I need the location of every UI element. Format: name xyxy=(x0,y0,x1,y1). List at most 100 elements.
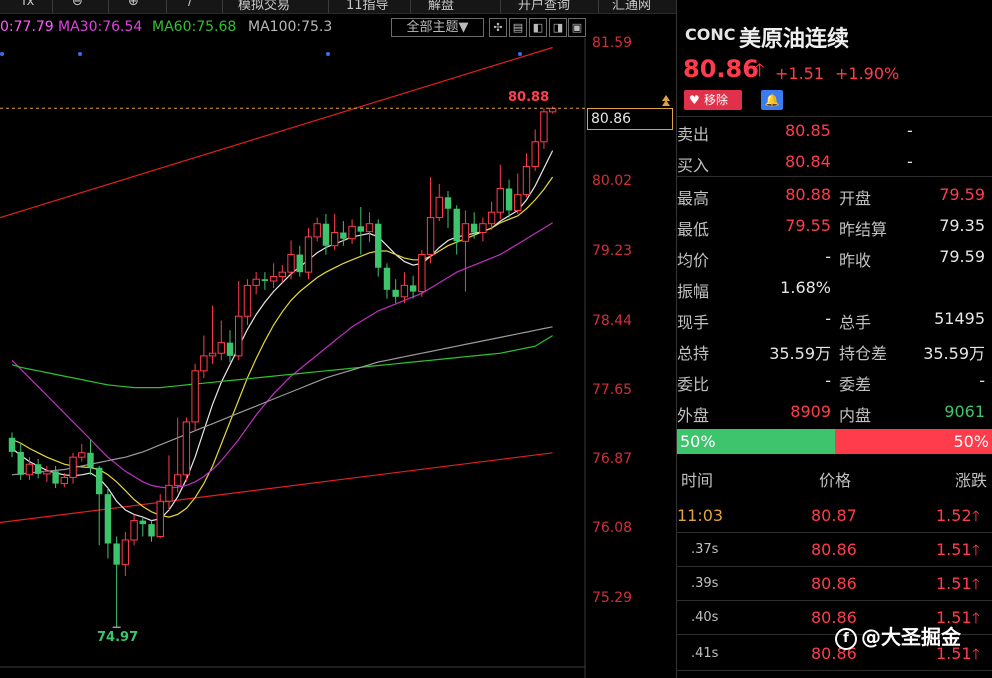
quote-stat-row: 最高 80.88 开盘 79.59 xyxy=(677,180,992,211)
chart-layout-icon[interactable]: ▤ xyxy=(509,18,527,37)
trade-time: .39s xyxy=(691,576,719,591)
y-tick-label: 76.08 xyxy=(592,520,633,537)
toolbar-divider xyxy=(166,0,167,13)
divider xyxy=(677,600,992,601)
candle-body xyxy=(217,342,225,354)
trades-header-time: 时间 xyxy=(681,471,714,490)
buy-ratio: 50% xyxy=(677,429,835,454)
stat-value: 35.59万 xyxy=(923,344,985,363)
candle-body xyxy=(87,452,94,468)
candle-body xyxy=(226,342,234,356)
stat-value: 79.59 xyxy=(939,247,985,266)
candle-body xyxy=(444,197,452,209)
candle-body xyxy=(383,267,391,290)
candle-body xyxy=(165,484,173,502)
candle-body xyxy=(400,284,409,298)
fullscreen-icon[interactable]: ▣ xyxy=(568,18,586,37)
divider xyxy=(677,566,992,567)
candle-body xyxy=(139,520,146,525)
candle-body xyxy=(52,471,59,484)
fx678-button[interactable]: 汇通网 xyxy=(612,0,651,13)
alert-bell-button[interactable]: 🔔 xyxy=(761,90,783,110)
candle-body xyxy=(17,451,24,475)
candle-body xyxy=(479,223,487,234)
trade-time: .40s xyxy=(691,610,719,625)
toolbar-divider xyxy=(52,0,53,13)
ask-price: 80.85 xyxy=(785,121,831,140)
stat-label: 总持 xyxy=(677,344,710,363)
y-tick-label: 76.87 xyxy=(592,450,633,467)
topic-dropdown[interactable]: 全部主题▼ xyxy=(391,18,484,37)
zoom-in-icon[interactable]: ⊕ xyxy=(128,0,139,9)
trades-header-price: 价格 xyxy=(819,471,852,490)
candle-body xyxy=(208,352,217,357)
stat-label: 委差 xyxy=(839,375,872,394)
draw-line-icon[interactable]: / xyxy=(188,0,192,9)
prev-period-icon[interactable]: ◧ xyxy=(529,18,547,37)
candle-body xyxy=(130,520,138,541)
trade-row[interactable]: 11:03 80.87 1.52 🡑 xyxy=(677,500,992,534)
candle-body xyxy=(313,223,321,238)
up-arrow-icon: 🡑 xyxy=(972,645,980,663)
event-marker-dot xyxy=(78,52,82,56)
stat-label: 最高 xyxy=(677,189,710,208)
candle-body xyxy=(357,226,364,232)
stat-value: 80.88 xyxy=(785,185,831,204)
bid-row: 买入 80.84 - xyxy=(677,147,992,178)
stat-label: 委比 xyxy=(677,375,710,394)
up-arrow-icon: 🡑 xyxy=(972,609,980,627)
candle-body xyxy=(322,223,330,246)
candle-body xyxy=(548,107,557,113)
stat-value: - xyxy=(825,309,831,328)
guide-button[interactable]: 11指导 xyxy=(346,0,389,13)
next-period-icon[interactable]: ◨ xyxy=(549,18,567,37)
candle-body xyxy=(156,500,164,537)
trade-price: 80.87 xyxy=(811,506,857,525)
candle-body xyxy=(104,494,112,544)
candle-body xyxy=(514,194,522,211)
trades-header: 时间 价格 涨跌 xyxy=(677,461,992,495)
zoom-out-icon[interactable]: ⊖ xyxy=(72,0,83,9)
stat-value: 9061 xyxy=(944,402,985,421)
up-arrow-icon: 🡑 xyxy=(972,541,980,559)
stat-value: - xyxy=(979,371,985,390)
ma-legend-item: 0:77.79 xyxy=(0,19,54,35)
heart-icon: ♥ xyxy=(689,93,700,107)
toolbar-divider xyxy=(222,0,223,13)
open-account-button[interactable]: 开户查询 xyxy=(518,0,570,13)
channel-upper-line xyxy=(0,46,553,219)
quote-stat-row: 最低 79.55 昨结算 79.35 xyxy=(677,211,992,242)
candlestick-chart[interactable] xyxy=(0,38,676,678)
bid-label: 买入 xyxy=(677,156,710,175)
channel-lower-line xyxy=(0,452,553,524)
high-price-label: 80.88 xyxy=(508,90,550,105)
trade-row[interactable]: .37s 80.86 1.51 🡑 xyxy=(677,534,992,568)
candle-body xyxy=(148,524,155,537)
trade-change: 1.52 xyxy=(936,506,972,525)
y-tick-label: 80.02 xyxy=(592,173,633,190)
candle-body xyxy=(540,111,548,143)
candle-body xyxy=(8,437,16,452)
quote-stat-row: 委比 - 委差 - xyxy=(677,366,992,397)
stat-value: 79.35 xyxy=(939,216,985,235)
y-tick-label: 77.65 xyxy=(592,382,633,399)
analysis-button[interactable]: 解盘 xyxy=(428,0,454,13)
stat-label: 昨结算 xyxy=(839,220,888,239)
candle-body xyxy=(375,223,382,268)
candle-body xyxy=(287,254,295,273)
remove-watchlist-button[interactable]: ♥ 移除 xyxy=(684,90,742,110)
ma30-line xyxy=(11,222,553,489)
bell-icon: 🔔 xyxy=(764,93,780,107)
trade-row[interactable]: .39s 80.86 1.51 🡑 xyxy=(677,568,992,602)
sim-trade-button[interactable]: 模拟交易 xyxy=(238,0,290,13)
stat-value: 79.55 xyxy=(785,216,831,235)
fx-icon[interactable]: fx xyxy=(22,0,34,9)
bid-volume: - xyxy=(907,152,913,171)
watermark-logo-icon: f xyxy=(835,628,857,650)
stat-label: 均价 xyxy=(677,251,710,270)
divider xyxy=(677,532,992,533)
remove-label: 移除 xyxy=(704,93,729,107)
crosshair-icon[interactable]: ✣ xyxy=(489,18,507,37)
toolbar-divider xyxy=(598,0,599,13)
quote-stat-row: 外盘 8909 内盘 9061 xyxy=(677,397,992,428)
